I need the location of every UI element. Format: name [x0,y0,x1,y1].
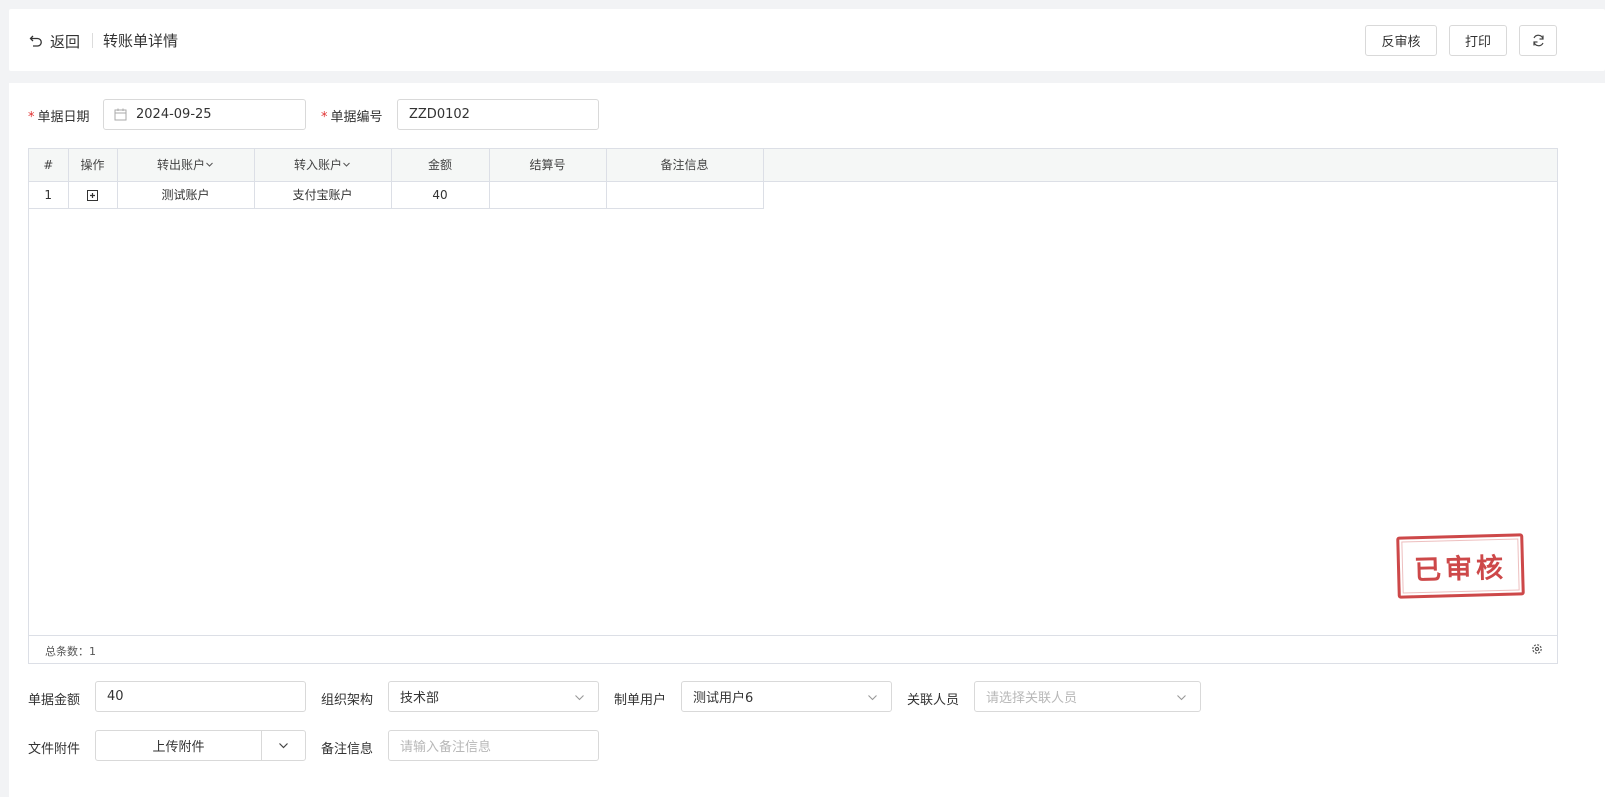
page-title: 转账单详情 [103,32,179,50]
cell-to-account[interactable]: 支付宝账户 [254,181,392,209]
upload-dropdown[interactable] [262,731,305,760]
print-button[interactable]: 打印 [1449,25,1507,56]
col-to-account[interactable]: 转入账户 [254,149,392,182]
org-value: 技术部 [400,691,440,706]
cell-action[interactable] [68,181,118,209]
chevron-down-icon [206,162,213,167]
cell-from-account[interactable]: 测试账户 [117,181,255,209]
amount-value: 40 [107,689,124,704]
plus-square-icon[interactable] [87,189,98,201]
back-label: 返回 [50,32,81,51]
date-field[interactable]: 2024-09-25 [103,99,306,130]
amount-field[interactable]: 40 [95,681,306,712]
number-field[interactable]: ZZD0102 [397,99,599,130]
date-label: * 单据日期 [28,110,90,125]
grid-footer: 总条数：1 [29,635,1557,663]
table-row[interactable]: 1 测试账户 支付宝账户 40 [29,181,764,209]
attachment-label: 文件附件 [28,742,81,757]
upload-button[interactable]: 上传附件 [96,731,262,760]
date-value: 2024-09-25 [136,107,212,122]
calendar-icon [114,108,127,121]
col-action: 操作 [68,149,118,182]
gear-icon[interactable] [1531,643,1543,655]
chevron-down-icon [1177,695,1186,701]
remark-placeholder: 请输入备注信息 [400,740,492,755]
creator-value: 测试用户6 [693,691,754,706]
approved-stamp: 已审核 [1396,533,1525,599]
remark-label: 备注信息 [321,742,374,757]
col-remark: 备注信息 [606,149,764,182]
refresh-button[interactable] [1519,25,1557,56]
amount-label: 单据金额 [28,693,81,708]
back-button[interactable]: 返回 [29,31,80,51]
number-label: * 单据编号 [321,110,383,125]
related-select[interactable]: 请选择关联人员 [974,681,1201,712]
page-header: 返回 转账单详情 反审核 打印 [9,9,1605,71]
col-settlement-no: 结算号 [489,149,607,182]
remark-input[interactable]: 请输入备注信息 [388,730,599,761]
transfer-table: # 操作 转出账户 转入账户 金额 结算号 备注信息 1 测试账户 支付宝账户 … [29,149,764,209]
unapprove-label: 反审核 [1381,35,1421,50]
cell-remark[interactable] [606,181,764,209]
divider [92,33,93,48]
related-label: 关联人员 [907,693,960,708]
cell-index: 1 [29,181,69,209]
creator-label: 制单用户 [614,693,667,708]
col-amount: 金额 [391,149,490,182]
main-panel: * 单据日期 2024-09-25 * 单据编号 ZZD0102 # 操作 转出账户 [9,83,1605,797]
undo-icon [29,35,42,47]
chevron-down-icon [868,695,877,701]
transfer-grid: # 操作 转出账户 转入账户 金额 结算号 备注信息 1 测试账户 支付宝账户 … [28,148,1558,664]
chevron-down-icon [575,695,584,701]
org-select[interactable]: 技术部 [388,681,599,712]
org-label: 组织架构 [321,693,374,708]
upload-attachment: 上传附件 [95,730,306,761]
col-from-account[interactable]: 转出账户 [117,149,255,182]
cell-settlement-no[interactable] [489,181,607,209]
creator-select[interactable]: 测试用户6 [681,681,892,712]
refresh-icon [1532,34,1544,47]
chevron-down-icon [343,162,350,167]
print-label: 打印 [1464,35,1491,50]
col-index: # [29,149,69,182]
chevron-down-icon [279,743,288,749]
total-count: 总条数：1 [45,645,96,658]
number-value: ZZD0102 [409,107,470,122]
unapprove-button[interactable]: 反审核 [1365,25,1437,56]
cell-amount[interactable]: 40 [391,181,490,209]
related-placeholder: 请选择关联人员 [986,691,1078,706]
